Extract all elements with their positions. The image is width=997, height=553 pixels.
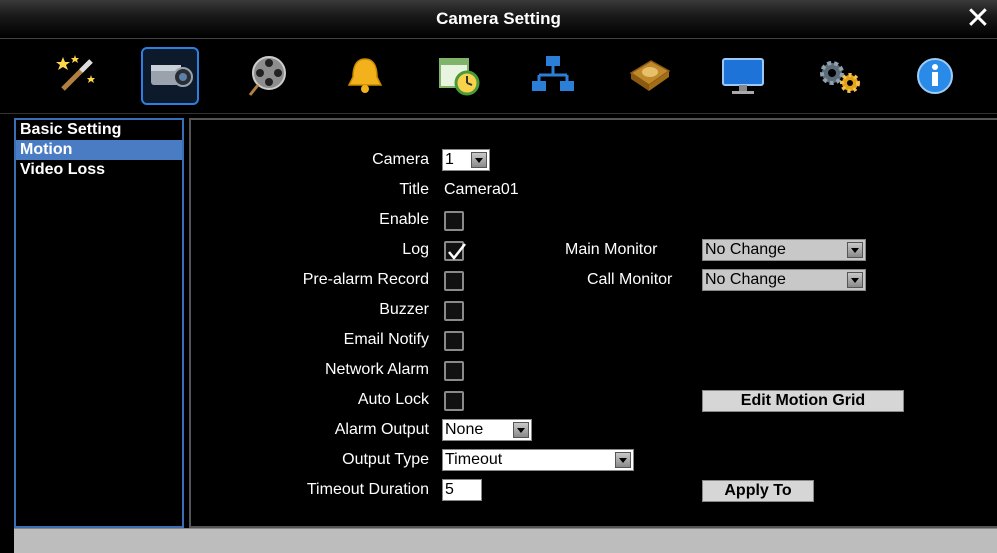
pre-alarm-record-label: Pre-alarm Record — [302, 271, 429, 288]
title-bar: Camera Setting ✕ — [0, 0, 997, 38]
log-checkbox[interactable] — [444, 241, 466, 261]
camera-label: Camera — [372, 151, 429, 168]
wizard-icon[interactable] — [47, 47, 105, 105]
timeout-duration-label: Timeout Duration — [306, 481, 429, 498]
enable-checkbox[interactable] — [444, 211, 464, 231]
alarm-output-select-value: None — [445, 421, 484, 438]
log-label: Log — [402, 241, 429, 258]
email-notify-checkbox[interactable] — [444, 331, 464, 351]
timeout-duration-input[interactable]: 5 — [442, 479, 482, 501]
call-monitor-select-value: No Change — [705, 271, 786, 288]
main-monitor-select[interactable]: No Change — [702, 239, 866, 261]
main-toolbar — [0, 38, 997, 114]
sidebar-item-basic-setting[interactable]: Basic Setting — [16, 120, 182, 140]
buzzer-label: Buzzer — [379, 301, 429, 318]
alarm-bell-icon[interactable] — [336, 47, 394, 105]
camera-select[interactable]: 1 — [442, 149, 490, 171]
edit-motion-grid-button[interactable]: Edit Motion Grid — [702, 390, 904, 412]
chevron-down-icon — [513, 422, 529, 438]
network-alarm-label: Network Alarm — [324, 361, 429, 378]
pre-alarm-record-checkbox[interactable] — [444, 271, 464, 291]
window-title: Camera Setting — [436, 9, 561, 28]
main-monitor-select-value: No Change — [705, 241, 786, 258]
chevron-down-icon — [847, 242, 863, 258]
apply-to-button[interactable]: Apply To — [702, 480, 814, 502]
enable-label: Enable — [379, 211, 429, 228]
alarm-output-label: Alarm Output — [334, 421, 429, 438]
title-label: Title — [399, 181, 429, 198]
call-monitor-select[interactable]: No Change — [702, 269, 866, 291]
email-notify-label: Email Notify — [343, 331, 429, 348]
checkmark-icon — [448, 243, 466, 260]
chevron-down-icon — [471, 152, 487, 168]
chevron-down-icon — [847, 272, 863, 288]
alarm-output-select[interactable]: None — [442, 419, 532, 441]
settings-sidebar: Basic Setting Motion Video Loss — [14, 118, 184, 528]
output-type-select[interactable]: Timeout — [442, 449, 634, 471]
output-type-select-value: Timeout — [445, 451, 503, 468]
close-icon[interactable]: ✕ — [963, 4, 993, 34]
buzzer-checkbox[interactable] — [444, 301, 464, 321]
main-monitor-label: Main Monitor — [565, 241, 658, 258]
film-reel-icon[interactable] — [240, 47, 298, 105]
camera-select-value: 1 — [445, 151, 454, 168]
network-icon[interactable] — [524, 47, 582, 105]
monitor-icon[interactable] — [714, 47, 772, 105]
schedule-clock-icon[interactable] — [430, 47, 488, 105]
output-type-label: Output Type — [342, 451, 429, 468]
camera-icon[interactable] — [141, 47, 199, 105]
motion-settings-panel: Camera 1 Title Camera01 Enable Log Main … — [189, 118, 997, 528]
network-alarm-checkbox[interactable] — [444, 361, 464, 381]
sidebar-item-video-loss[interactable]: Video Loss — [16, 160, 182, 180]
title-value: Camera01 — [444, 181, 519, 198]
info-icon[interactable] — [906, 47, 964, 105]
chevron-down-icon — [615, 452, 631, 468]
sidebar-item-motion[interactable]: Motion — [16, 140, 182, 160]
status-bar — [14, 528, 997, 553]
call-monitor-label: Call Monitor — [587, 271, 673, 288]
auto-lock-label: Auto Lock — [357, 391, 429, 408]
gears-icon[interactable] — [810, 47, 868, 105]
auto-lock-checkbox[interactable] — [444, 391, 464, 411]
disk-icon[interactable] — [621, 47, 679, 105]
